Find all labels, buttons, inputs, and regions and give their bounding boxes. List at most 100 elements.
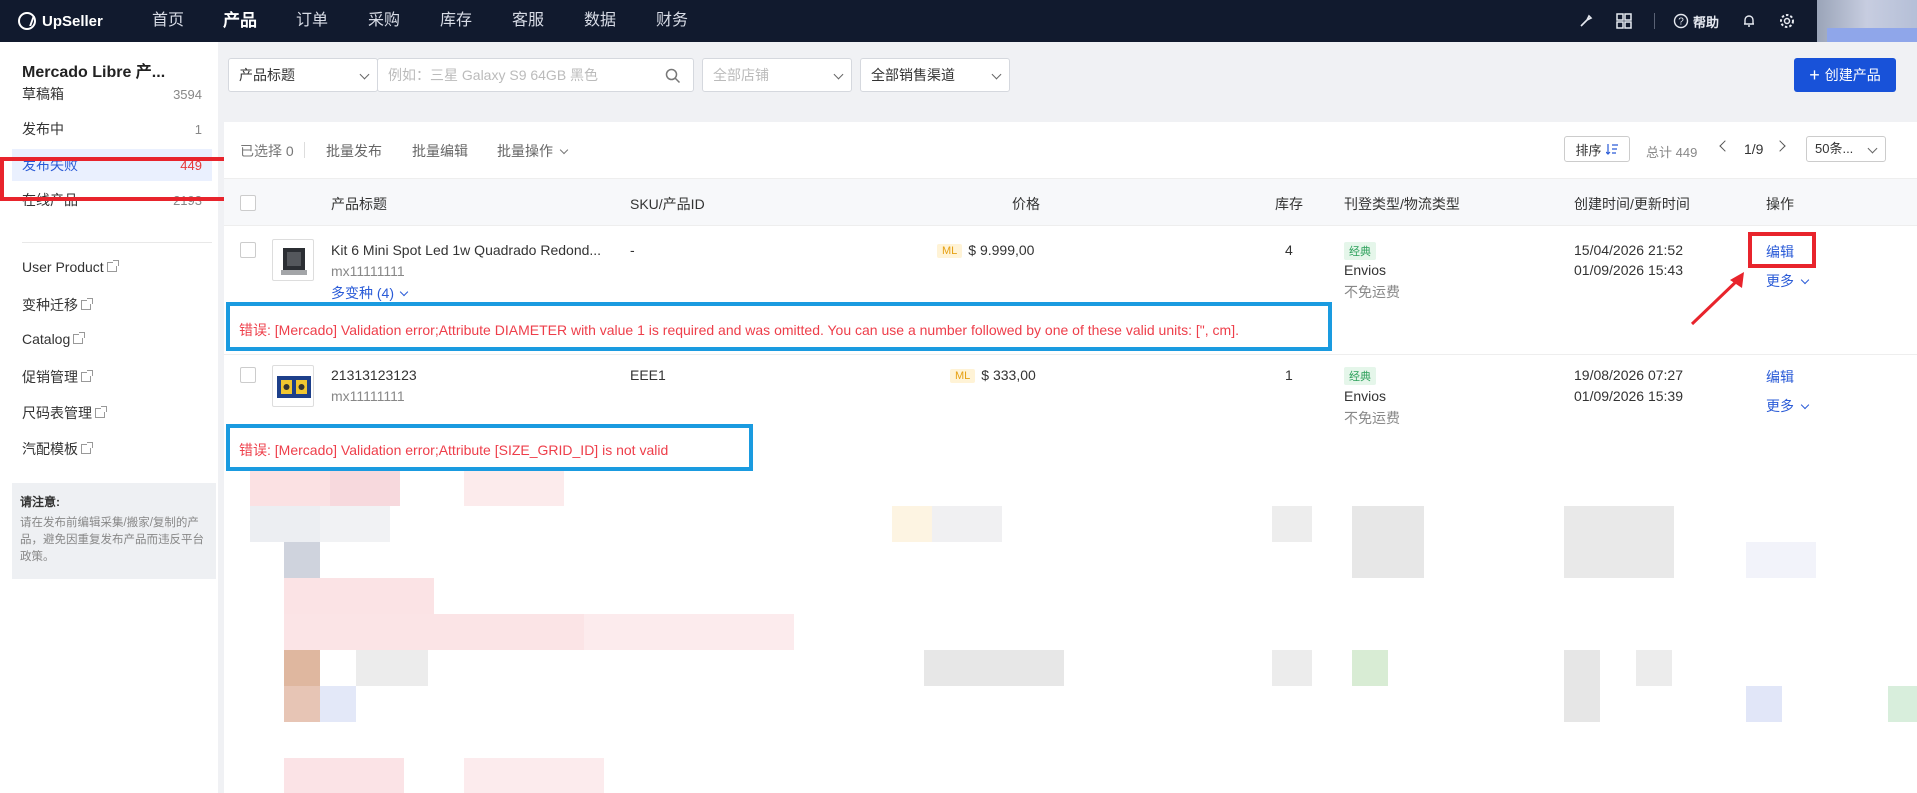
sidebar-link-variant-migration[interactable]: 变种迁移 (22, 295, 93, 315)
plus-icon: + (1809, 65, 1820, 85)
col-actions: 操作 (1766, 196, 1794, 212)
store-select[interactable]: 全部店铺 (702, 58, 852, 92)
link-label: 汽配模板 (22, 441, 78, 457)
ml-badge: ML (950, 369, 976, 383)
sidebar-item-count: 449 (180, 157, 202, 173)
edit-link[interactable]: 编辑 (1766, 367, 1794, 387)
nav-data[interactable]: 数据 (564, 0, 636, 42)
sidebar-link-catalog[interactable]: Catalog (22, 331, 86, 347)
top-right-tools: ? 帮助 (1578, 0, 1917, 42)
edit-link[interactable]: 编辑 (1766, 242, 1794, 262)
search-input[interactable]: 例如：三星 Galaxy S9 64GB 黑色 (377, 58, 694, 92)
chevron-down-icon (399, 287, 409, 297)
sidebar-item-drafts[interactable]: 草稿箱 3594 (12, 78, 212, 110)
channel-select[interactable]: 全部销售渠道 (860, 58, 1010, 92)
nav-products[interactable]: 产品 (204, 0, 276, 42)
batch-ops-label: 批量操作 (497, 143, 553, 159)
bell-icon[interactable] (1741, 13, 1757, 29)
notice-box: 请注意: 请在发布前编辑采集/搬家/复制的产品，避免因重复发布产品而违反平台政策… (12, 483, 216, 579)
tools-icon[interactable] (1578, 13, 1594, 29)
more-menu[interactable]: 更多 (1766, 271, 1810, 291)
upseller-logo-icon (18, 12, 36, 30)
sidebar-item-label: 草稿箱 (22, 86, 64, 102)
svg-text:?: ? (1678, 17, 1684, 28)
batch-publish-button[interactable]: 批量发布 (326, 141, 382, 161)
top-navbar: UpSeller 首页 产品 订单 采购 库存 客服 数据 财务 ? 帮助 (0, 0, 1917, 42)
product-thumbnail[interactable] (272, 365, 314, 407)
link-label: 变种迁移 (22, 297, 78, 313)
col-listing-type: 刊登类型/物流类型 (1344, 196, 1460, 212)
nav-purchase[interactable]: 采购 (348, 0, 420, 42)
batch-ops-button[interactable]: 批量操作 (497, 141, 569, 161)
sidebar-divider (22, 242, 212, 243)
settings-gear-icon[interactable] (1779, 13, 1795, 29)
sidebar-item-count: 2193 (173, 192, 202, 208)
chevron-down-icon (991, 69, 1002, 80)
external-link-icon (81, 370, 93, 382)
divider (1653, 13, 1655, 29)
prev-page-icon[interactable] (1719, 140, 1731, 152)
variants-toggle[interactable]: 多变种 (4) (331, 283, 409, 303)
search-icon[interactable] (665, 68, 681, 84)
sort-button[interactable]: 排序 (1564, 136, 1630, 162)
freight-type: 不免运费 (1344, 284, 1400, 300)
sidebar-item-publishing[interactable]: 发布中 1 (12, 113, 212, 145)
sidebar: Mercado Libre 产... 草稿箱 3594 发布中 1 发布失败 4… (0, 42, 218, 793)
shipping-type: Envios (1344, 262, 1387, 278)
listing-type-tag: 经典 (1344, 242, 1376, 260)
price-cell: ML $ 333,00 (950, 367, 1036, 383)
chevron-down-icon (359, 69, 370, 80)
batch-edit-button[interactable]: 批量编辑 (412, 141, 468, 161)
create-product-button[interactable]: + 创建产品 (1794, 58, 1896, 92)
channel-select-value: 全部销售渠道 (871, 67, 955, 83)
chevron-down-icon (833, 69, 844, 80)
chevron-down-icon (1800, 400, 1810, 410)
row-checkbox[interactable] (240, 367, 256, 383)
product-title[interactable]: Kit 6 Mini Spot Led 1w Quadrado Redond..… (331, 242, 601, 258)
help-button[interactable]: ? 帮助 (1673, 12, 1719, 31)
select-all-checkbox[interactable] (240, 195, 256, 211)
apps-grid-icon[interactable] (1616, 13, 1632, 29)
col-title: 产品标题 (331, 196, 387, 212)
sidebar-item-publish-failed[interactable]: 发布失败 449 (12, 149, 212, 181)
listing-type-tag: 经典 (1344, 367, 1376, 385)
more-menu[interactable]: 更多 (1766, 396, 1810, 416)
upseller-logo[interactable]: UpSeller (18, 11, 103, 31)
col-sku: SKU/产品ID (630, 196, 705, 212)
chevron-down-icon (1867, 143, 1878, 154)
created-time: 19/08/2026 07:27 (1574, 367, 1683, 383)
sidebar-item-label: 发布失败 (22, 157, 78, 173)
nav-inventory[interactable]: 库存 (420, 0, 492, 42)
external-link-icon (81, 442, 93, 454)
nav-orders[interactable]: 订单 (276, 0, 348, 42)
search-placeholder: 例如：三星 Galaxy S9 64GB 黑色 (388, 67, 599, 83)
sidebar-link-user-product[interactable]: User Product (22, 259, 119, 275)
product-thumbnail[interactable] (272, 239, 314, 281)
created-time: 15/04/2026 21:52 (1574, 242, 1683, 258)
row-checkbox[interactable] (240, 242, 256, 258)
external-link-icon (81, 298, 93, 310)
col-price: 价格 (1012, 196, 1040, 212)
sidebar-link-auto-parts-template[interactable]: 汽配模板 (22, 439, 93, 459)
nav-customer-service[interactable]: 客服 (492, 0, 564, 42)
sidebar-item-count: 3594 (173, 86, 202, 102)
nav-home[interactable]: 首页 (132, 0, 204, 42)
user-avatar[interactable] (1817, 0, 1917, 42)
field-select[interactable]: 产品标题 (228, 58, 378, 92)
listing-type-label: 经典 (1344, 242, 1376, 260)
col-stock: 库存 (1275, 196, 1303, 212)
nav-finance[interactable]: 财务 (636, 0, 708, 42)
sidebar-item-count: 1 (194, 121, 202, 137)
sidebar-link-size-chart[interactable]: 尺码表管理 (22, 403, 107, 423)
help-label: 帮助 (1692, 14, 1719, 30)
sidebar-link-promotions[interactable]: 促销管理 (22, 367, 93, 387)
main-nav: 首页 产品 订单 采购 库存 客服 数据 财务 (132, 0, 708, 42)
sidebar-item-online[interactable]: 在线产品 2193 (12, 184, 212, 216)
next-page-icon[interactable] (1774, 140, 1786, 152)
list-toolbar: 已选择 0 批量发布 批量编辑 批量操作 排序 总计 449 1/9 50条..… (224, 122, 1917, 178)
page-size-select[interactable]: 50条... (1806, 136, 1886, 162)
field-select-value: 产品标题 (239, 67, 295, 83)
chevron-down-icon (1800, 275, 1810, 285)
sku-value: - (630, 242, 635, 258)
product-title[interactable]: 21313123123 (331, 367, 417, 383)
